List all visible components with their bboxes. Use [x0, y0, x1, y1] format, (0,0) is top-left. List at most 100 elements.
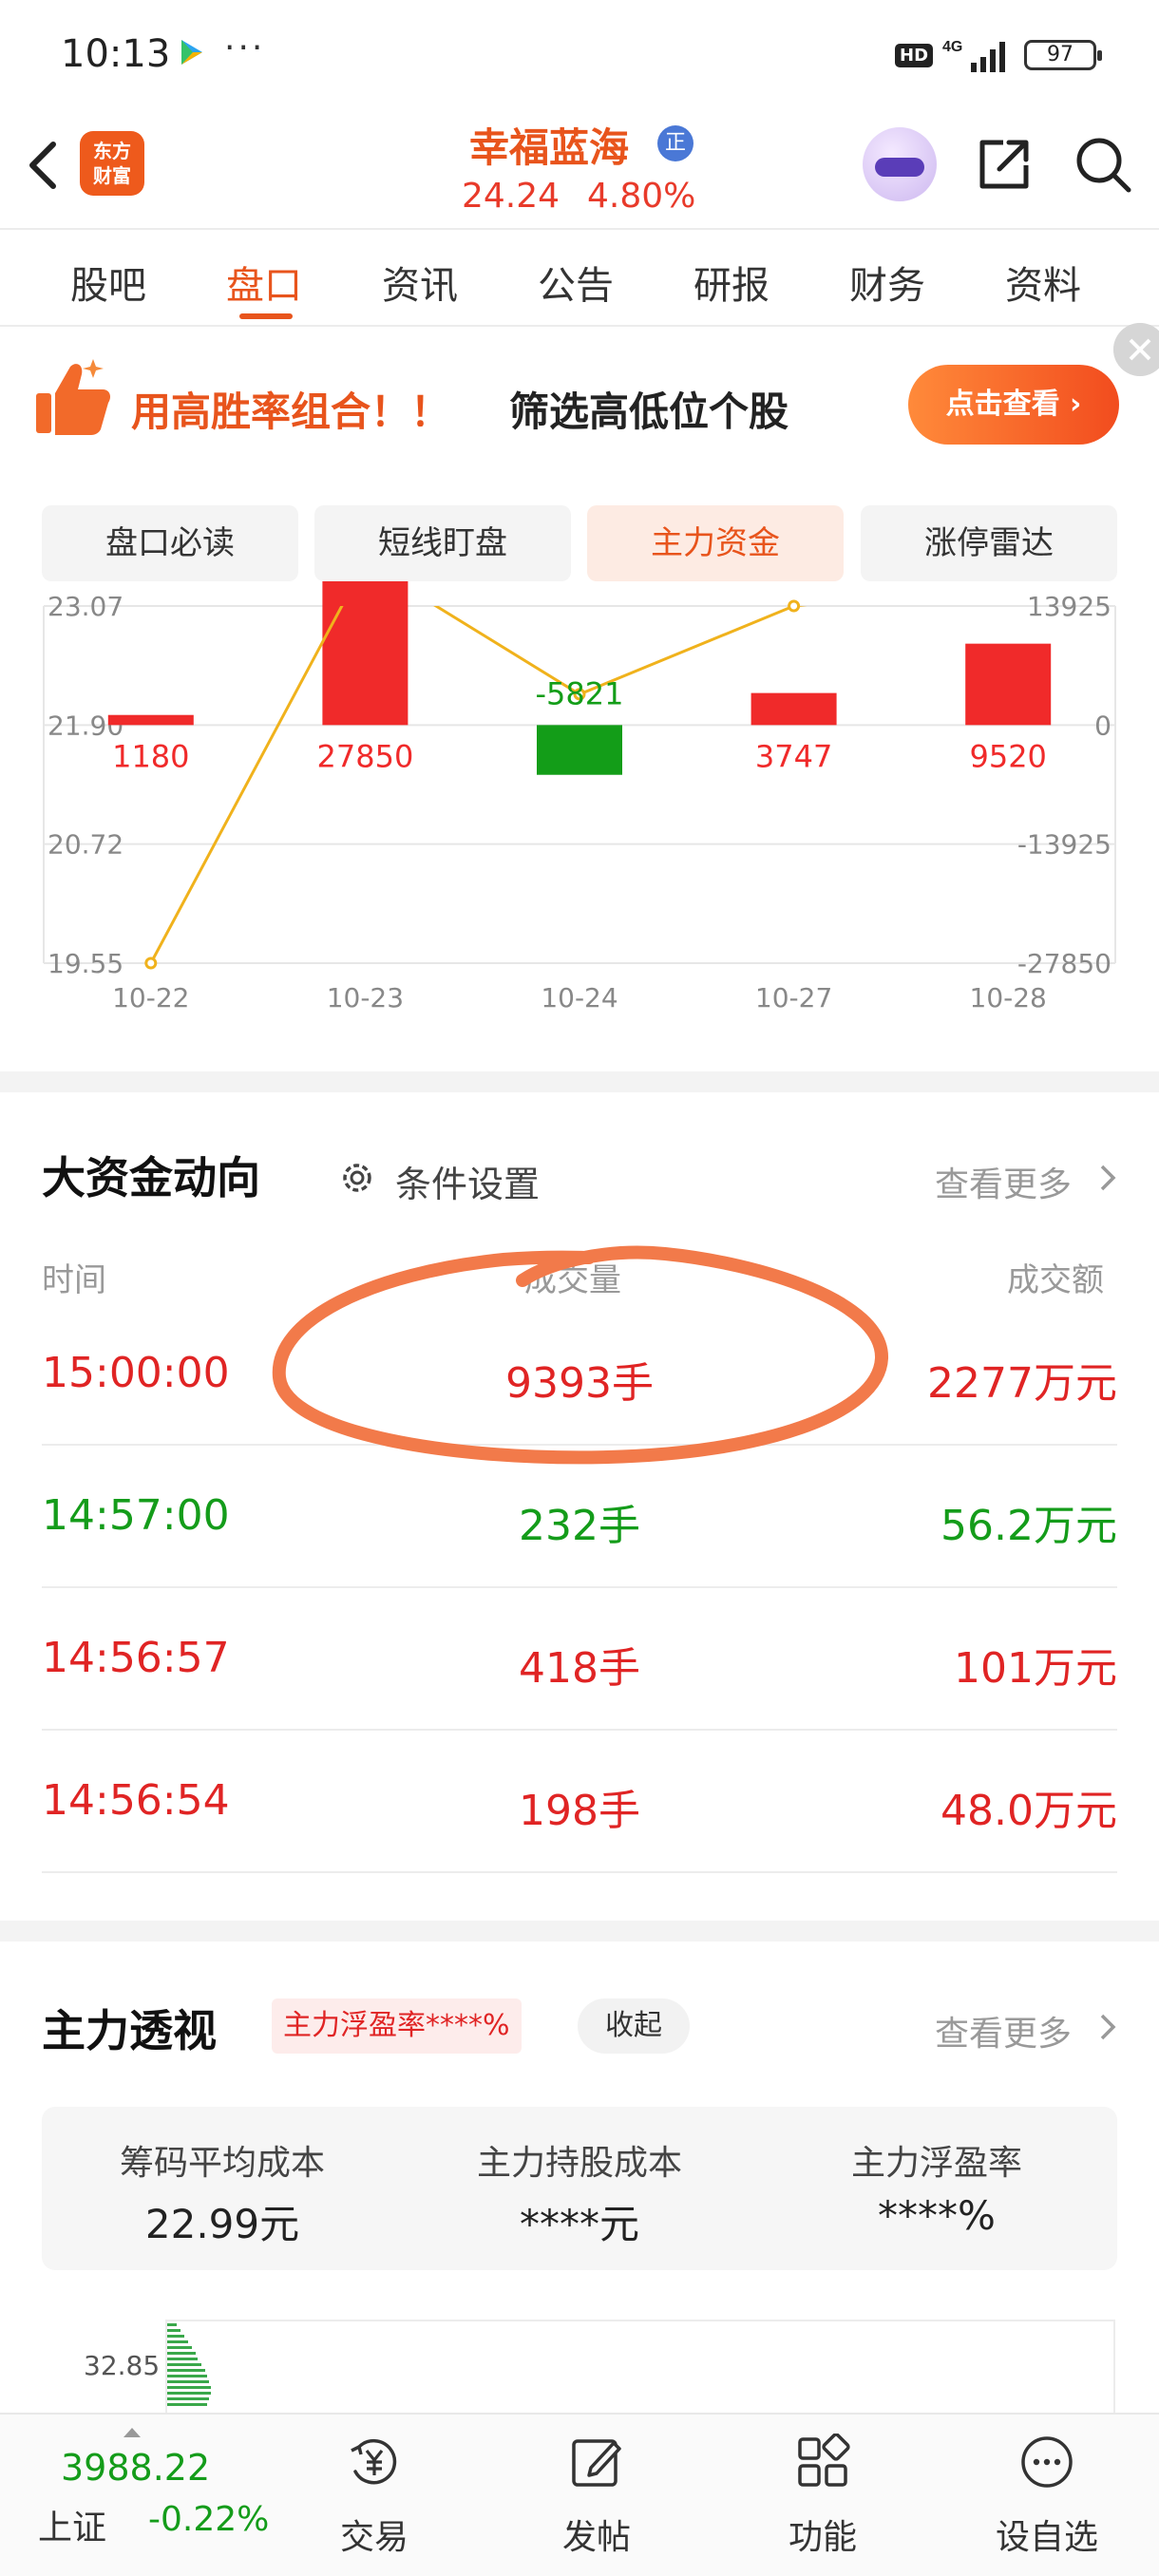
avg-cost-value: 22.99元 [144, 2201, 300, 2247]
banner-headline: 用高胜率组合！！ [131, 388, 451, 435]
subtab-main-funds[interactable]: 主力资金 [587, 505, 844, 581]
sub-tabs: 盘口必读 短线盯盘 主力资金 涨停雷达 [42, 505, 1117, 581]
bar [750, 692, 837, 726]
condition-settings-label: 条件设置 [395, 1164, 541, 1205]
table-row: 14:56:54 198手 48.0万元 [42, 1731, 1117, 1873]
index-change[interactable]: -0.22% [148, 2500, 269, 2539]
chip-distribution-preview: 32.85 [0, 2299, 1159, 2434]
bar-data-label: 9520 [969, 738, 1046, 774]
nav-post-label: 发帖 [561, 2518, 631, 2557]
right-axis-tick: -13925 [1017, 829, 1112, 861]
app-logo[interactable]: 东方 财富 [80, 131, 144, 196]
right-axis-tick: -27850 [1017, 948, 1112, 979]
x-axis-tick: 10-27 [755, 982, 832, 1013]
x-axis-tick: 10-23 [327, 982, 404, 1013]
column-header-amount: 成交额 [1007, 1261, 1104, 1299]
left-axis-tick: 19.55 [48, 948, 124, 979]
left-axis-tick: 20.72 [48, 829, 124, 861]
battery-icon: 97 [1024, 40, 1102, 70]
perspective-see-more[interactable]: 查看更多 [935, 2006, 1072, 2055]
price-point [788, 599, 801, 613]
tab-pankou[interactable]: 盘口 [226, 255, 302, 310]
index-name[interactable]: 上证 [38, 2500, 106, 2549]
left-axis-tick: 23.07 [48, 591, 124, 622]
search-icon[interactable] [1074, 135, 1132, 194]
bar-data-label: 3747 [755, 738, 832, 774]
row-amount: 2277万元 [927, 1359, 1117, 1408]
subtab-short-watch[interactable]: 短线盯盘 [314, 505, 571, 581]
play-store-icon [181, 40, 202, 65]
main-profit-rate-value: ****% [878, 2192, 996, 2239]
chevron-right-icon [1100, 2014, 1116, 2040]
tab-announcements[interactable]: 公告 [538, 255, 614, 310]
more-circle-icon [1021, 2436, 1073, 2488]
bar [537, 725, 622, 775]
robot-assistant-icon[interactable] [863, 127, 937, 201]
back-arrow-icon[interactable] [19, 137, 66, 194]
nav-post[interactable]: 发帖 [521, 2434, 673, 2567]
main-hold-cost-label: 主力持股成本 [476, 2144, 682, 2183]
right-axis-tick: 13925 [1027, 591, 1112, 622]
bar [322, 581, 408, 726]
main-fund-chart: 23.07 21.90 20.72 19.55 13925 0 -13925 -27850 11… [43, 581, 1116, 1013]
zheng-badge: 正 [657, 125, 694, 161]
stock-name[interactable]: 幸福蓝海 [469, 116, 629, 174]
x-axis-tick: 10-22 [112, 982, 189, 1013]
hand-drawn-circle [272, 1245, 889, 1465]
chevron-right-icon [1100, 1165, 1116, 1191]
banner-subline: 筛选高低位个股 [509, 388, 789, 435]
collapse-button[interactable]: 收起 [578, 1998, 690, 2054]
status-time: 10:13 [61, 32, 171, 76]
status-bar: 10:13 ··· HD 4G 97 [0, 0, 1159, 106]
tab-guba[interactable]: 股吧 [70, 255, 146, 310]
bar [965, 643, 1052, 726]
right-axis-tick: 0 [1094, 710, 1112, 741]
stock-change-pct: 4.80% [587, 177, 696, 216]
stock-header: 东方 财富 幸福蓝海 正 24.24 4.80% [0, 106, 1159, 228]
bottom-nav: 3988.22 上证 -0.22% 交易 发帖 功能 设自选 [0, 2413, 1159, 2576]
section-divider [0, 1071, 1159, 1092]
avg-cost-label: 筹码平均成本 [119, 2144, 325, 2183]
grid-apps-icon [798, 2434, 850, 2487]
tab-finance[interactable]: 财务 [849, 255, 925, 310]
table-row: 14:56:57 418手 101万元 [42, 1588, 1117, 1731]
big-fund-title: 大资金动向 [42, 1152, 260, 1203]
nav-set-watchlist-label: 设自选 [995, 2518, 1098, 2557]
row-amount: 48.0万元 [940, 1787, 1117, 1835]
bar-data-label: 27850 [317, 738, 414, 774]
main-hold-cost-value: ****元 [519, 2201, 639, 2247]
tab-news[interactable]: 资讯 [382, 255, 458, 310]
column-header-time: 时间 [42, 1261, 106, 1299]
section-divider [0, 1921, 1159, 1941]
tab-profile[interactable]: 资料 [1005, 255, 1081, 310]
nav-trade[interactable]: 交易 [298, 2434, 450, 2567]
trade-icon [351, 2439, 397, 2485]
view-now-button[interactable]: 点击查看 › [908, 365, 1119, 445]
nav-set-watchlist[interactable]: 设自选 [971, 2434, 1123, 2567]
nav-functions-label: 功能 [788, 2518, 857, 2557]
chip-distribution-bars [167, 2323, 211, 2406]
share-icon[interactable] [975, 135, 1034, 194]
tab-research[interactable]: 研报 [694, 255, 770, 310]
nav-functions[interactable]: 功能 [747, 2434, 899, 2567]
row-amount: 101万元 [954, 1644, 1117, 1693]
subtab-limit-up-radar[interactable]: 涨停雷达 [861, 505, 1117, 581]
signal-icon: 4G [942, 39, 1005, 72]
hd-badge: HD [895, 44, 934, 67]
promo-banner[interactable]: 用高胜率组合！！ 筛选高低位个股 点击查看 › [0, 327, 1159, 479]
x-axis-tick: 10-28 [970, 982, 1047, 1013]
stock-price: 24.24 [462, 177, 560, 216]
bar [107, 714, 194, 726]
bar-data-label: -5821 [536, 675, 624, 711]
main-tabs: 股吧 盘口 资讯 公告 研报 财务 资料 [0, 228, 1159, 327]
row-amount: 56.2万元 [940, 1502, 1117, 1550]
thumbs-up-icon [36, 359, 110, 435]
index-value[interactable]: 3988.22 [61, 2447, 210, 2489]
banner-close-icon[interactable] [1113, 323, 1159, 376]
subtab-must-read[interactable]: 盘口必读 [42, 505, 298, 581]
nav-trade-label: 交易 [339, 2518, 408, 2557]
main-profit-rate-label: 主力浮盈率 [850, 2144, 1022, 2183]
big-fund-see-more[interactable]: 查看更多 [935, 1157, 1072, 1206]
status-more-icon: ··· [224, 28, 266, 67]
perspective-title: 主力透视 [42, 2005, 217, 2056]
